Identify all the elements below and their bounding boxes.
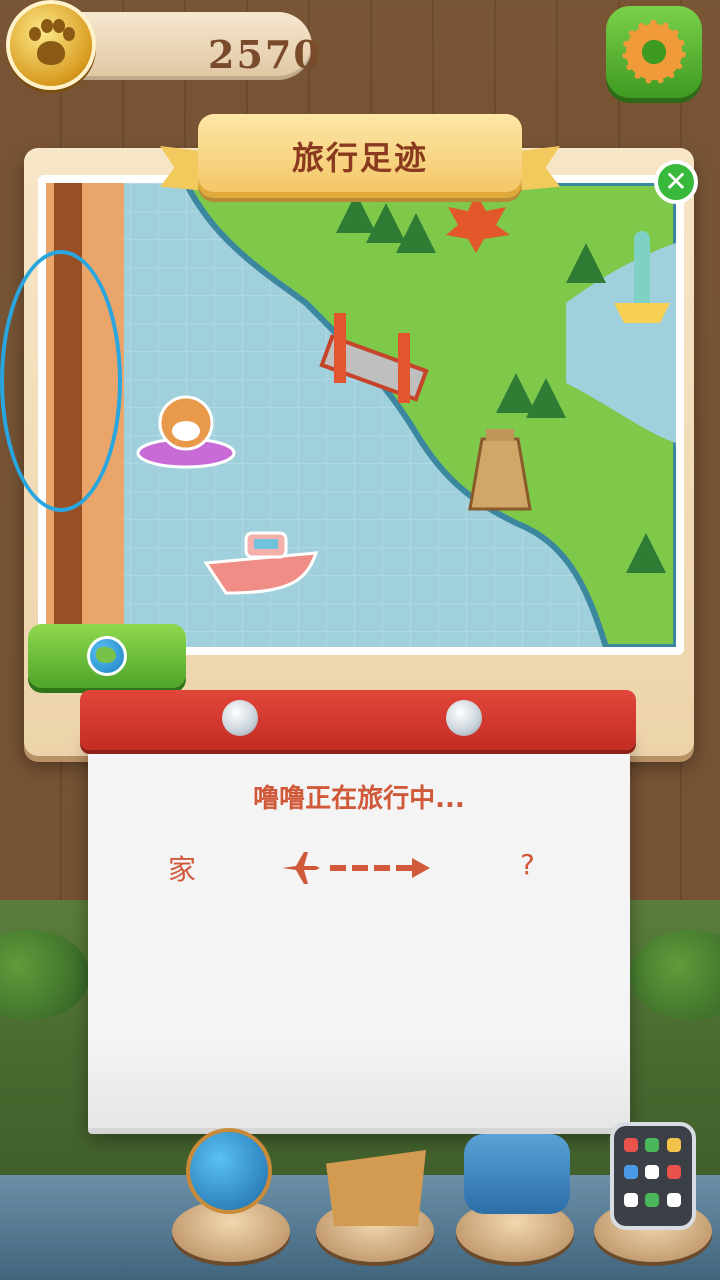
tablet-icon[interactable] xyxy=(610,1122,696,1230)
coin-value: 2570 xyxy=(208,32,322,77)
world-map-button[interactable] xyxy=(28,624,186,688)
map-illustration xyxy=(136,183,676,647)
plane-icon xyxy=(282,852,320,884)
travel-status: 噜噜正在旅行中... xyxy=(253,784,465,814)
gear-icon xyxy=(622,20,686,84)
rivet xyxy=(446,700,482,736)
travel-map[interactable] xyxy=(46,183,676,647)
globe-icon[interactable] xyxy=(186,1128,272,1214)
destination-label: ? xyxy=(520,848,535,881)
title-banner: 旅行足迹 xyxy=(160,108,560,216)
globe-icon xyxy=(87,636,127,676)
annotation-circle xyxy=(0,250,122,512)
corgi-surfer xyxy=(136,395,236,469)
notepad-clip-bar xyxy=(80,690,636,750)
telephone-icon[interactable] xyxy=(464,1134,570,1214)
boat xyxy=(203,531,319,595)
rivet xyxy=(222,700,258,736)
settings-button[interactable] xyxy=(606,6,702,98)
paw-coin-icon xyxy=(6,0,96,90)
origin-label: 家 xyxy=(168,853,197,886)
dashed-arrow-icon xyxy=(330,858,430,878)
close-button[interactable]: ✕ xyxy=(654,160,698,204)
close-icon: ✕ xyxy=(664,165,688,198)
panel-title: 旅行足迹 xyxy=(291,139,428,177)
